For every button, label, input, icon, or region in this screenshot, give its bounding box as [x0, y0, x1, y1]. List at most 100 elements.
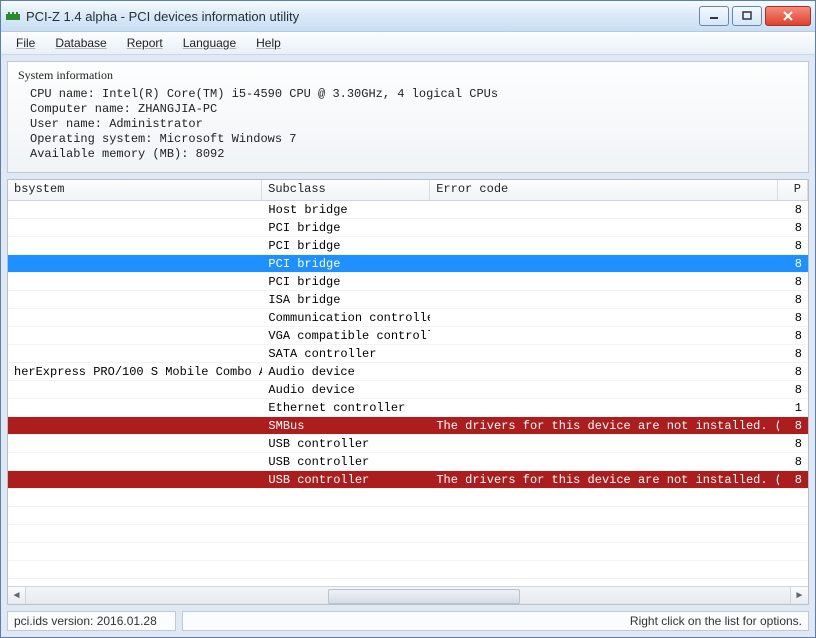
col-subsystem[interactable]: bsystem	[8, 180, 262, 200]
table-row[interactable]	[8, 579, 808, 586]
cell-subsystem	[8, 209, 262, 211]
table-row[interactable]: Host bridge8	[8, 201, 808, 219]
table-row[interactable]: PCI bridge8	[8, 219, 808, 237]
col-subclass[interactable]: Subclass	[262, 180, 430, 200]
status-pciids: pci.ids version: 2016.01.28	[7, 611, 176, 631]
table-row[interactable]	[8, 507, 808, 525]
cell-p: 8	[779, 418, 808, 434]
col-error[interactable]: Error code	[430, 180, 778, 200]
cell-p	[779, 497, 808, 499]
cell-error	[430, 569, 779, 571]
menubar: File Database Report Language Help	[1, 32, 815, 55]
cell-subclass: ISA bridge	[262, 292, 430, 308]
cell-p	[779, 551, 808, 553]
cell-subsystem	[8, 425, 262, 427]
table-row[interactable]: PCI bridge8	[8, 237, 808, 255]
cell-p	[779, 533, 808, 535]
table-row[interactable]: SATA controller8	[8, 345, 808, 363]
cell-subclass: PCI bridge	[262, 256, 430, 272]
cell-subsystem	[8, 569, 262, 571]
cell-error: The drivers for this device are not inst…	[430, 472, 779, 488]
table-row[interactable]: PCI bridge 8	[8, 255, 808, 273]
cell-subsystem	[8, 263, 262, 265]
cell-p: 8	[779, 364, 808, 380]
cell-subclass	[262, 533, 430, 535]
cell-subclass	[262, 497, 430, 499]
menu-file[interactable]: File	[7, 34, 44, 52]
table-row[interactable]: Audio device8	[8, 381, 808, 399]
table-row[interactable]: Communication controller 8	[8, 309, 808, 327]
cell-subclass: USB controller	[262, 472, 430, 488]
cell-error	[430, 317, 779, 319]
window-title: PCI-Z 1.4 alpha - PCI devices informatio…	[26, 9, 699, 24]
device-table[interactable]: bsystem Subclass Error code P Host bridg…	[7, 179, 809, 605]
table-header[interactable]: bsystem Subclass Error code P	[8, 180, 808, 201]
client-area: System information CPU name: Intel(R) Co…	[7, 61, 809, 605]
sysinfo-user: User name: Administrator	[18, 117, 798, 132]
cell-p: 8	[779, 256, 808, 272]
cell-error	[430, 515, 779, 517]
cell-subsystem	[8, 317, 262, 319]
cell-subclass	[262, 551, 430, 553]
cell-p: 8	[779, 472, 808, 488]
cell-p: 8	[779, 454, 808, 470]
system-information-panel: System information CPU name: Intel(R) Co…	[7, 61, 809, 173]
cell-subclass: Communication controller	[262, 310, 430, 326]
cell-error	[430, 371, 779, 373]
maximize-button[interactable]	[732, 6, 762, 26]
table-row[interactable]: USB controller 8	[8, 453, 808, 471]
cell-p: 8	[779, 310, 808, 326]
cell-p: 8	[779, 292, 808, 308]
cell-p: 8	[779, 328, 808, 344]
cell-subclass: VGA compatible controller	[262, 328, 430, 344]
menu-database[interactable]: Database	[46, 34, 115, 52]
cell-subsystem	[8, 353, 262, 355]
cell-error	[430, 335, 779, 337]
table-row[interactable]	[8, 489, 808, 507]
cell-p	[779, 569, 808, 571]
cell-error	[430, 443, 779, 445]
table-row[interactable]	[8, 525, 808, 543]
cell-error	[430, 263, 779, 265]
menu-language[interactable]: Language	[174, 34, 245, 52]
table-row[interactable]: SMBusThe drivers for this device are not…	[8, 417, 808, 435]
cell-error	[430, 497, 779, 499]
cell-subsystem	[8, 497, 262, 499]
scroll-thumb[interactable]	[328, 589, 520, 604]
table-row[interactable]: VGA compatible controller 8	[8, 327, 808, 345]
cell-subclass: SMBus	[262, 418, 430, 434]
menu-report[interactable]: Report	[118, 34, 172, 52]
window-controls	[699, 6, 811, 26]
cell-error	[430, 551, 779, 553]
cell-error	[430, 389, 779, 391]
table-row[interactable]: USB controller8	[8, 435, 808, 453]
table-row[interactable]: USB controllerThe drivers for this devic…	[8, 471, 808, 489]
app-icon	[5, 8, 21, 24]
table-body[interactable]: Host bridge8PCI bridge8PCI bridge8PCI br…	[8, 201, 808, 586]
cell-error	[430, 281, 779, 283]
scroll-left-icon[interactable]: ◄	[8, 587, 26, 604]
table-row[interactable]: Ethernet controller1	[8, 399, 808, 417]
cell-subclass: SATA controller	[262, 346, 430, 362]
scroll-right-icon[interactable]: ►	[790, 587, 808, 604]
cell-subsystem	[8, 299, 262, 301]
cell-subsystem	[8, 443, 262, 445]
table-row[interactable]: PCI bridge8	[8, 273, 808, 291]
menu-help[interactable]: Help	[247, 34, 290, 52]
horizontal-scrollbar[interactable]: ◄ ►	[8, 586, 808, 604]
cell-error	[430, 533, 779, 535]
table-row[interactable]	[8, 543, 808, 561]
cell-p: 8	[779, 382, 808, 398]
table-row[interactable]: ISA bridge 8	[8, 291, 808, 309]
table-row[interactable]	[8, 561, 808, 579]
titlebar[interactable]: PCI-Z 1.4 alpha - PCI devices informatio…	[1, 1, 815, 32]
table-row[interactable]: herExpress PRO/100 S Mobile Combo Adapte…	[8, 363, 808, 381]
col-p[interactable]: P	[778, 180, 808, 200]
close-button[interactable]	[765, 6, 811, 26]
cell-subclass: PCI bridge	[262, 238, 430, 254]
cell-error	[430, 209, 779, 211]
cell-subclass	[262, 515, 430, 517]
cell-subclass: USB controller	[262, 454, 430, 470]
cell-subclass: USB controller	[262, 436, 430, 452]
minimize-button[interactable]	[699, 6, 729, 26]
